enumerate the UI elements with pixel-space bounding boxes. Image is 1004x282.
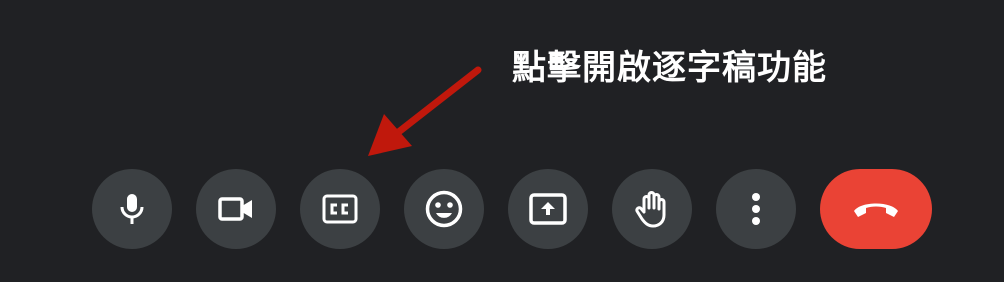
microphone-button[interactable] <box>92 169 172 249</box>
captions-button[interactable] <box>300 169 380 249</box>
hang-up-icon <box>854 203 898 217</box>
present-screen-icon <box>529 193 567 225</box>
camera-button[interactable] <box>196 169 276 249</box>
video-camera-icon <box>218 197 252 221</box>
more-vert-icon <box>752 193 760 225</box>
reactions-button[interactable] <box>404 169 484 249</box>
call-controls-toolbar <box>0 0 1004 282</box>
microphone-icon <box>120 194 144 224</box>
leave-call-button[interactable] <box>820 169 932 249</box>
closed-captions-icon <box>322 194 358 224</box>
emoji-icon <box>425 190 463 228</box>
raise-hand-button[interactable] <box>612 169 692 249</box>
hand-icon <box>635 191 666 228</box>
more-options-button[interactable] <box>716 169 796 249</box>
present-button[interactable] <box>508 169 588 249</box>
